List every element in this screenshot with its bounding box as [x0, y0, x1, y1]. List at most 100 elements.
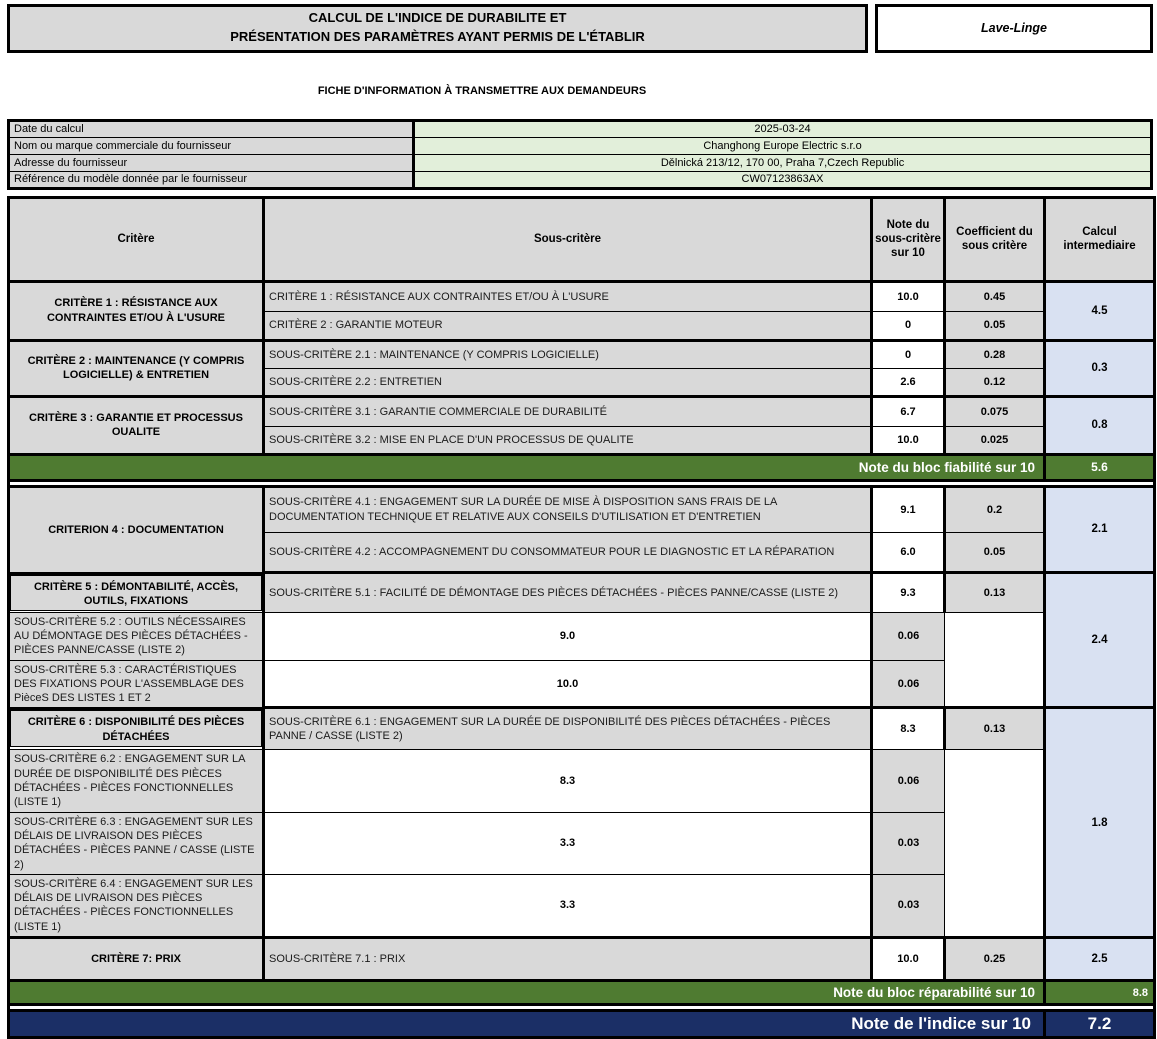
- info-label: Adresse du fournisseur: [9, 154, 414, 171]
- sub-criterion-coefficient: 0.06: [872, 660, 945, 708]
- sub-criterion-score: 9.0: [264, 612, 872, 660]
- intermediate-result: 2.5: [1045, 938, 1155, 981]
- sub-criterion-score: 6.0: [872, 532, 945, 572]
- sub-criterion-label: SOUS-CRITÈRE 6.2 : ENGAGEMENT SUR LA DUR…: [9, 750, 264, 812]
- sub-criterion-coefficient: 0.2: [945, 486, 1045, 532]
- criterion-group-label: CRITÈRE 7: PRIX: [9, 938, 264, 981]
- table-row: CRITÈRE 2 : MAINTENANCE (Y COMPRIS LOGIC…: [9, 340, 1155, 368]
- sub-criterion-label: SOUS-CRITÈRE 5.3 : CARACTÉRISTIQUES DES …: [9, 660, 264, 708]
- sub-criterion-score: 6.7: [872, 396, 945, 426]
- criterion-group-label: CRITERION 4 : DOCUMENTATION: [9, 486, 264, 572]
- sub-criterion-score: 10.0: [872, 938, 945, 981]
- sub-criterion-coefficient: 0.06: [872, 612, 945, 660]
- indice-total-row: Note de l'indice sur 10 7.2: [9, 1011, 1155, 1038]
- col-header-calcul: Calcul intermediaire: [1045, 197, 1155, 281]
- criterion-group-label: CRITÈRE 1 : RÉSISTANCE AUX CONTRAINTES E…: [9, 281, 264, 340]
- sub-criterion-score: 8.3: [872, 708, 945, 750]
- info-value: Changhong Europe Electric s.r.o: [414, 137, 1152, 154]
- sub-criterion-coefficient: 0.25: [945, 938, 1045, 981]
- sub-criterion-label: SOUS-CRITÈRE 2.2 : ENTRETIEN: [264, 368, 872, 396]
- intermediate-result: 2.4: [1045, 572, 1155, 708]
- sub-criterion-coefficient: 0.13: [945, 572, 1045, 612]
- criterion-group-label: CRITÈRE 6 : DISPONIBILITÉ DES PIÈCES DÉT…: [10, 708, 262, 747]
- sub-criterion-score: 0: [872, 340, 945, 368]
- sub-criterion-score: 10.0: [872, 281, 945, 311]
- durability-index-sheet: CALCUL DE L'INDICE DE DURABILITE ET PRÉS…: [0, 0, 1157, 1039]
- info-value: Dělnická 213/12, 170 00, Praha 7,Czech R…: [414, 154, 1152, 171]
- sub-criterion-label: SOUS-CRITÈRE 2.1 : MAINTENANCE (Y COMPRI…: [264, 340, 872, 368]
- fiabilite-total-value: 5.6: [1045, 454, 1155, 480]
- info-sheet-subtitle: FICHE D'INFORMATION À TRANSMETTRE AUX DE…: [318, 85, 646, 97]
- criterion-group-label: CRITÈRE 3 : GARANTIE ET PROCESSUS OUALIT…: [9, 396, 264, 454]
- subtitle-wrap: FICHE D'INFORMATION À TRANSMETTRE AUX DE…: [7, 81, 957, 99]
- info-row: Adresse du fournisseur Dělnická 213/12, …: [9, 154, 1152, 171]
- sub-criterion-label: SOUS-CRITÈRE 4.2 : ACCOMPAGNEMENT DU CON…: [264, 532, 872, 572]
- sub-criterion-score: 9.3: [872, 572, 945, 612]
- indice-total-label: Note de l'indice sur 10: [9, 1011, 1045, 1038]
- info-label: Date du calcul: [9, 120, 414, 137]
- table-row: CRITÈRE 5 : DÉMONTABILITÉ, ACCÈS, OUTILS…: [9, 572, 1155, 612]
- table-row: CRITÈRE 6 : DISPONIBILITÉ DES PIÈCES DÉT…: [9, 708, 1155, 750]
- table-row: CRITÈRE 1 : RÉSISTANCE AUX CONTRAINTES E…: [9, 281, 1155, 311]
- sub-criterion-score: 0: [872, 311, 945, 340]
- fiabilite-total-label: Note du bloc fiabilité sur 10: [9, 454, 1045, 480]
- sub-criterion-coefficient: 0.13: [945, 708, 1045, 750]
- sub-criterion-label: CRITÈRE 1 : RÉSISTANCE AUX CONTRAINTES E…: [264, 281, 872, 311]
- sub-criterion-label: SOUS-CRITÈRE 6.1 : ENGAGEMENT SUR LA DUR…: [264, 708, 872, 750]
- table-row: CRITÈRE 7: PRIX SOUS-CRITÈRE 7.1 : PRIX …: [9, 938, 1155, 981]
- product-type-label: Lave-Linge: [981, 21, 1047, 35]
- sub-criterion-score: 9.1: [872, 486, 945, 532]
- sub-criterion-score: 10.0: [872, 426, 945, 454]
- document-title: CALCUL DE L'INDICE DE DURABILITE ET PRÉS…: [7, 4, 868, 53]
- sub-criterion-coefficient: 0.025: [945, 426, 1045, 454]
- sub-criterion-label: SOUS-CRITÈRE 3.1 : GARANTIE COMMERCIALE …: [264, 396, 872, 426]
- col-header-note: Note du sous-critère sur 10: [872, 197, 945, 281]
- sub-criterion-label: SOUS-CRITÈRE 5.1 : FACILITÉ DE DÉMONTAGE…: [264, 572, 872, 612]
- table-row: SOUS-CRITÈRE 5.2 : OUTILS NÉCESSAIRES AU…: [9, 612, 1155, 660]
- info-row: Nom ou marque commerciale du fournisseur…: [9, 137, 1152, 154]
- sub-criterion-coefficient: 0.05: [945, 311, 1045, 340]
- sub-criterion-coefficient: 0.05: [945, 532, 1045, 572]
- sub-criterion-score: 10.0: [264, 660, 872, 708]
- col-header-critere: Critère: [9, 197, 264, 281]
- sub-criterion-coefficient: 0.03: [872, 812, 945, 874]
- sub-criterion-label: CRITÈRE 2 : GARANTIE MOTEUR: [264, 311, 872, 340]
- title-line1: CALCUL DE L'INDICE DE DURABILITE ET: [10, 9, 865, 28]
- sub-criterion-score: 8.3: [264, 750, 872, 812]
- sub-criterion-label: SOUS-CRITÈRE 7.1 : PRIX: [264, 938, 872, 981]
- sub-criterion-label: SOUS-CRITÈRE 3.2 : MISE EN PLACE D'UN PR…: [264, 426, 872, 454]
- supplier-info-table: Date du calcul 2025-03-24 Nom ou marque …: [7, 119, 1153, 190]
- table-row: SOUS-CRITÈRE 6.2 : ENGAGEMENT SUR LA DUR…: [9, 750, 1155, 812]
- table-row: SOUS-CRITÈRE 6.4 : ENGAGEMENT SUR LES DÉ…: [9, 874, 1155, 937]
- table-row: CRITERION 4 : DOCUMENTATION SOUS-CRITÈRE…: [9, 486, 1155, 532]
- product-type-box: Lave-Linge: [875, 4, 1153, 53]
- sub-criterion-score: 3.3: [264, 812, 872, 874]
- reparabilite-total-label: Note du bloc réparabilité sur 10: [9, 981, 1045, 1005]
- sub-criterion-coefficient: 0.06: [872, 750, 945, 812]
- reparabilite-total-value: 8.8: [1045, 981, 1155, 1005]
- intermediate-result: 0.8: [1045, 396, 1155, 454]
- info-value: 2025-03-24: [414, 120, 1152, 137]
- reparabilite-total-row: Note du bloc réparabilité sur 10 8.8: [9, 981, 1155, 1005]
- table-row: CRITÈRE 3 : GARANTIE ET PROCESSUS OUALIT…: [9, 396, 1155, 426]
- sub-criterion-coefficient: 0.45: [945, 281, 1045, 311]
- sub-criterion-label: SOUS-CRITÈRE 6.4 : ENGAGEMENT SUR LES DÉ…: [9, 874, 264, 937]
- sub-criterion-coefficient: 0.075: [945, 396, 1045, 426]
- intermediate-result: 1.8: [1045, 708, 1155, 938]
- col-header-coefficient: Coefficient du sous critère: [945, 197, 1045, 281]
- info-label: Référence du modèle donnée par le fourni…: [9, 171, 414, 188]
- criteria-table: Critère Sous-critère Note du sous-critèr…: [7, 196, 1156, 1039]
- intermediate-result: 0.3: [1045, 340, 1155, 396]
- header-band: CALCUL DE L'INDICE DE DURABILITE ET PRÉS…: [7, 4, 1153, 53]
- info-value: CW07123863AX: [414, 171, 1152, 188]
- info-row: Référence du modèle donnée par le fourni…: [9, 171, 1152, 188]
- table-row: SOUS-CRITÈRE 5.3 : CARACTÉRISTIQUES DES …: [9, 660, 1155, 708]
- intermediate-result: 4.5: [1045, 281, 1155, 340]
- sub-criterion-coefficient: 0.28: [945, 340, 1045, 368]
- criterion-group-label: CRITÈRE 2 : MAINTENANCE (Y COMPRIS LOGIC…: [9, 340, 264, 396]
- sub-criterion-coefficient: 0.03: [872, 874, 945, 937]
- sub-criterion-score: 3.3: [264, 874, 872, 937]
- sub-criterion-score: 2.6: [872, 368, 945, 396]
- sub-criterion-label: SOUS-CRITÈRE 5.2 : OUTILS NÉCESSAIRES AU…: [9, 612, 264, 660]
- info-row: Date du calcul 2025-03-24: [9, 120, 1152, 137]
